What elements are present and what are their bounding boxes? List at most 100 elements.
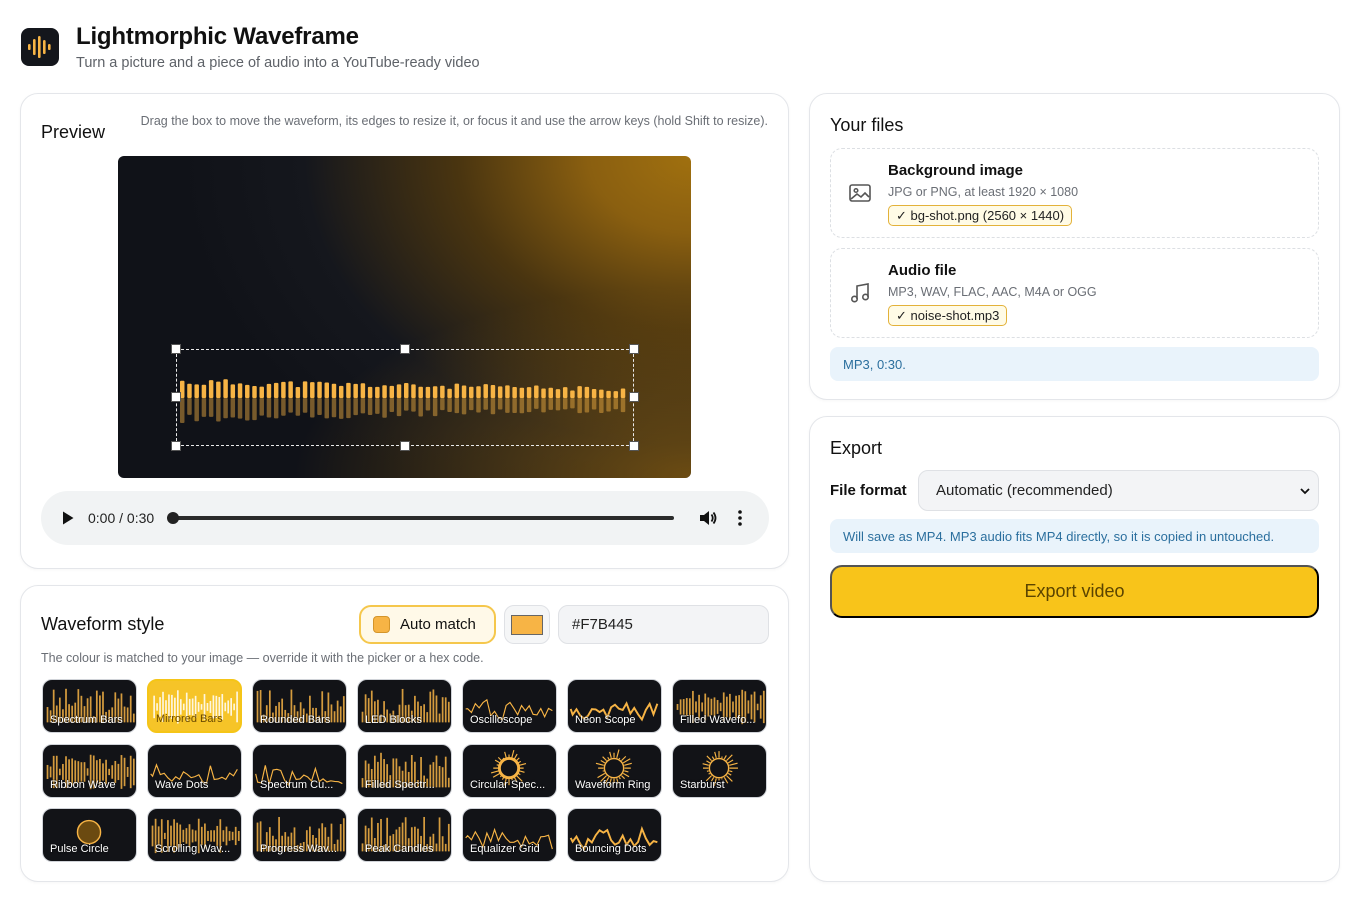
waveform-bar-upper: [194, 384, 199, 398]
waveform-bar-reflection: [396, 398, 402, 417]
color-picker[interactable]: [504, 605, 550, 644]
style-tile[interactable]: Scrolling Wav...: [147, 808, 242, 862]
style-tile[interactable]: Pulse Circle: [42, 808, 137, 862]
waveform-bar-reflection: [346, 398, 351, 419]
preview-hint: Drag the box to move the waveform, its e…: [140, 114, 768, 128]
waveform-bar-upper: [461, 385, 467, 398]
resize-handle-bottom-right[interactable]: [629, 441, 639, 451]
waveform-bar-reflection: [331, 398, 337, 418]
waveform-bar-reflection: [548, 398, 553, 410]
audio-info: MP3, 0:30.: [830, 347, 1319, 381]
waveform-bar-upper: [425, 386, 431, 398]
waveform-bar-reflection: [382, 398, 387, 418]
resize-handle-top-right[interactable]: [629, 344, 639, 354]
resize-handle-left[interactable]: [171, 392, 181, 402]
auto-match-label: Auto match: [400, 616, 476, 633]
waveform-bar-upper: [273, 382, 279, 398]
style-tile[interactable]: Spectrum Bars: [42, 679, 137, 733]
style-tile[interactable]: Rounded Bars: [252, 679, 347, 733]
waveform-style-title: Waveform style: [41, 614, 165, 634]
export-info: Will save as MP4. MP3 audio fits MP4 dir…: [830, 519, 1319, 553]
waveform-bar-reflection: [490, 398, 496, 415]
style-tile-label: Bouncing Dots: [575, 843, 647, 855]
waveform-bar-upper: [519, 387, 525, 398]
style-tile[interactable]: LED Blocks: [357, 679, 452, 733]
waveform-bar-upper: [411, 384, 416, 398]
style-tile[interactable]: Peak Candles: [357, 808, 452, 862]
waveform-bar-upper: [216, 381, 221, 398]
resize-handle-top[interactable]: [400, 344, 410, 354]
waveform-bar-reflection: [245, 398, 250, 421]
waveform-bar-upper: [288, 381, 293, 398]
style-tile-label: Spectrum Bars: [50, 714, 123, 726]
hex-color-input[interactable]: [558, 605, 769, 644]
waveform-bar-upper: [541, 388, 546, 398]
resize-handle-bottom-left[interactable]: [171, 441, 181, 451]
waveform-bar-upper: [483, 384, 488, 398]
volume-icon[interactable]: [698, 508, 718, 528]
waveform-bar-upper: [302, 381, 308, 398]
waveform-bar-upper: [606, 390, 611, 398]
style-tile-label: Equalizer Grid: [470, 843, 540, 855]
waveform-bar-reflection: [237, 398, 243, 419]
waveform-bar-upper: [497, 386, 503, 398]
style-tile-label: Neon Scope: [575, 714, 636, 726]
preview-stage: [118, 156, 691, 478]
waveform-bar-upper: [555, 389, 561, 398]
style-tile-label: Rounded Bars: [260, 714, 331, 726]
style-tile[interactable]: Oscilloscope: [462, 679, 557, 733]
waveform-bar-upper: [570, 390, 575, 398]
auto-match-button[interactable]: Auto match: [359, 605, 496, 644]
style-tile[interactable]: Circular Spec...: [462, 743, 557, 798]
resize-handle-right[interactable]: [629, 392, 639, 402]
style-tile[interactable]: Wave Dots: [147, 743, 242, 798]
waveform-bar-reflection: [570, 398, 575, 409]
seek-thumb[interactable]: [167, 512, 180, 524]
style-tile[interactable]: Neon Scope: [567, 679, 662, 733]
waveform-bar-reflection: [591, 398, 597, 410]
more-options-icon[interactable]: [732, 508, 748, 528]
style-tile-label: Circular Spec...: [470, 778, 546, 791]
waveform-bar-reflection: [519, 398, 525, 414]
style-tile[interactable]: Equalizer Grid: [462, 808, 557, 862]
style-tile[interactable]: Filled Wavefo...: [672, 679, 767, 733]
background-image-dropzone[interactable]: Background image JPG or PNG, at least 19…: [830, 148, 1319, 238]
waveform-bar-reflection: [418, 398, 423, 417]
time-display: 0:00 / 0:30: [88, 510, 155, 526]
waveform-bar-upper: [526, 387, 532, 398]
style-tile-label: Starburst: [680, 778, 725, 791]
style-tile[interactable]: Bouncing Dots: [567, 808, 662, 862]
style-tile[interactable]: Progress Wav...: [252, 808, 347, 862]
style-tile[interactable]: Filled Spectr...: [357, 743, 452, 798]
waveform-bar-upper: [476, 386, 481, 398]
resize-handle-top-left[interactable]: [171, 344, 181, 354]
waveform-logo-icon: [21, 28, 59, 66]
waveform-box[interactable]: [176, 349, 634, 446]
waveform-bar-reflection: [259, 398, 264, 416]
export-video-button[interactable]: Export video: [830, 565, 1319, 618]
waveform-bar-reflection: [273, 398, 279, 419]
app-header: Lightmorphic Waveframe Turn a picture an…: [21, 22, 480, 78]
resize-handle-bottom[interactable]: [400, 441, 410, 451]
style-tile[interactable]: Mirrored Bars: [147, 679, 242, 733]
waveform-bar-upper: [252, 385, 257, 398]
audio-seek-bar[interactable]: [167, 512, 675, 524]
style-tile[interactable]: Ribbon Wave: [42, 743, 137, 798]
waveform-bar-reflection: [389, 398, 395, 413]
waveform-bar-upper: [295, 386, 301, 398]
waveform-bar-upper: [396, 384, 402, 398]
audio-player: 0:00 / 0:30: [41, 491, 769, 545]
waveform-bar-reflection: [620, 398, 626, 413]
waveform-bar-upper: [324, 382, 329, 398]
style-tile[interactable]: Spectrum Cu...: [252, 743, 347, 798]
background-image-label: Background image: [888, 162, 1024, 179]
file-format-select[interactable]: Automatic (recommended): [918, 470, 1319, 511]
style-tile[interactable]: Starburst: [672, 743, 767, 798]
waveform-bar-upper: [331, 383, 337, 398]
waveform-bar-reflection: [187, 398, 192, 415]
audio-file-dropzone[interactable]: Audio file MP3, WAV, FLAC, AAC, M4A or O…: [830, 248, 1319, 338]
audio-file-hint: MP3, WAV, FLAC, AAC, M4A or OGG: [888, 285, 1097, 299]
files-title: Your files: [830, 115, 904, 135]
play-icon[interactable]: [59, 509, 77, 527]
style-tile[interactable]: Waveform Ring: [567, 743, 662, 798]
